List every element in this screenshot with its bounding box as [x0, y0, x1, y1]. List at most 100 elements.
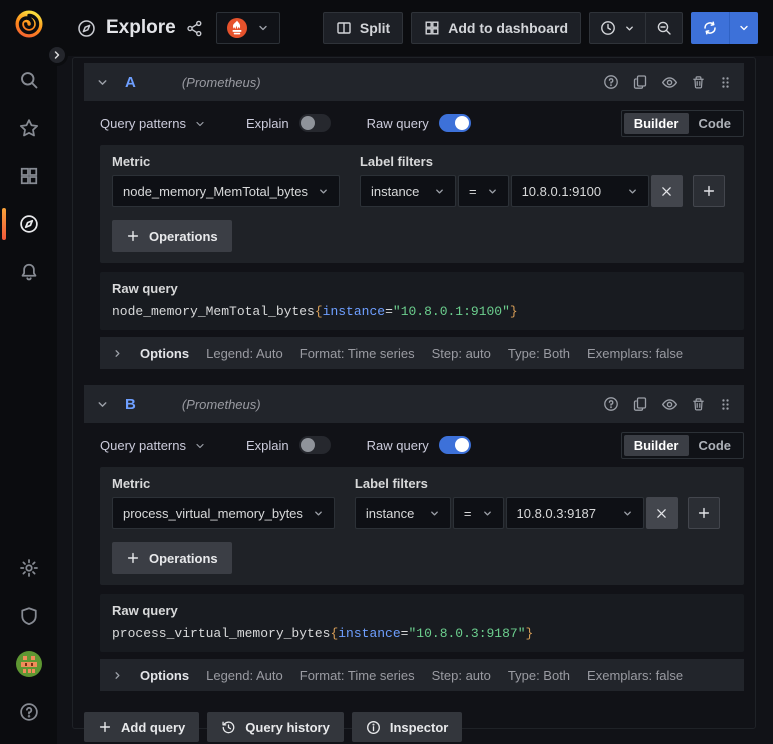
remove-query-icon[interactable] [691, 75, 706, 90]
remove-filter-button[interactable] [645, 497, 678, 529]
query-ref: B [125, 395, 136, 413]
add-operation-button[interactable]: Operations [112, 542, 232, 574]
raw-query-label: Raw query [366, 115, 429, 131]
duplicate-query-icon[interactable] [632, 396, 648, 412]
remove-filter-button[interactable] [650, 175, 683, 207]
grafana-logo[interactable] [13, 8, 45, 40]
query-header-actions [603, 396, 732, 413]
query-editor-row-b: B (Prometheus) Query patterns Explain Ra… [84, 385, 744, 697]
sidebar-item-search[interactable] [0, 56, 57, 104]
disable-query-icon[interactable] [661, 396, 678, 413]
plus-icon [126, 229, 140, 243]
sidebar-item-alerting[interactable] [0, 248, 57, 296]
sidebar-item-dashboards[interactable] [0, 152, 57, 200]
drag-handle-icon[interactable] [719, 397, 732, 412]
remove-query-icon[interactable] [691, 397, 706, 412]
raw-query-preview: Raw query node_memory_MemTotal_bytes{ins… [100, 272, 744, 330]
chevron-down-icon [622, 508, 633, 519]
expand-sidebar-button[interactable] [46, 44, 68, 66]
query-toolbar: Query patterns Explain Raw query Builder… [100, 108, 744, 138]
explain-toggle[interactable] [298, 436, 331, 454]
chevron-down-icon [429, 508, 440, 519]
sidebar [0, 0, 57, 744]
add-query-button[interactable]: Add query [84, 712, 200, 742]
help-icon [19, 702, 39, 722]
split-button[interactable]: Split [322, 12, 404, 44]
query-options-row[interactable]: Options Legend: Auto Format: Time series… [100, 659, 744, 691]
editor-mode-switch: Builder Code [620, 109, 744, 137]
chevron-right-icon [112, 348, 123, 359]
sidebar-item-server-admin[interactable] [0, 592, 57, 640]
chevron-down-icon [318, 186, 329, 197]
chevron-down-icon [194, 118, 206, 130]
raw-query-text: node_memory_MemTotal_bytes{instance="10.… [112, 304, 518, 319]
duplicate-query-icon[interactable] [632, 74, 648, 90]
plus-icon [126, 551, 140, 565]
filter-operator-select[interactable]: = [457, 175, 509, 207]
filter-label-select[interactable]: instance [354, 497, 451, 529]
refresh-button[interactable] [691, 12, 729, 44]
operations-label: Operations [149, 228, 218, 244]
builder-tab[interactable]: Builder [623, 434, 689, 456]
share-icon[interactable] [186, 20, 203, 37]
query-options-row[interactable]: Options Legend: Auto Format: Time series… [100, 337, 744, 369]
metric-select[interactable]: process_virtual_memory_bytes [112, 497, 335, 529]
query-patterns-dropdown[interactable]: Query patterns [100, 116, 186, 131]
sidebar-item-starred[interactable] [0, 104, 57, 152]
sidebar-item-explore[interactable] [0, 200, 57, 248]
inspector-button[interactable]: Inspector [351, 712, 463, 742]
builder-tab[interactable]: Builder [623, 112, 689, 134]
option-step: Step: auto [431, 667, 491, 683]
query-toolbar: Query patterns Explain Raw query Builder… [100, 430, 744, 460]
filter-value-value: 10.8.0.3:9187 [516, 505, 597, 521]
option-format: Format: Time series [299, 667, 415, 683]
zoom-out-time-button[interactable] [645, 13, 682, 43]
operations-label: Operations [149, 550, 218, 566]
search-icon [19, 70, 39, 90]
bell-icon [19, 262, 39, 282]
query-patterns-dropdown[interactable]: Query patterns [100, 438, 186, 453]
code-tab[interactable]: Code [689, 113, 742, 134]
chevron-down-icon [738, 22, 750, 34]
datasource-picker[interactable] [215, 12, 280, 44]
time-range-picker[interactable] [590, 13, 645, 43]
chevron-down-icon [434, 186, 445, 197]
collapse-icon[interactable] [96, 76, 109, 89]
sidebar-item-configuration[interactable] [0, 544, 57, 592]
query-a-body: Query patterns Explain Raw query Builder… [84, 101, 744, 375]
sidebar-item-help[interactable] [0, 688, 57, 736]
add-filter-button[interactable] [687, 497, 720, 529]
filter-operator-select[interactable]: = [452, 497, 504, 529]
refresh-interval-dropdown[interactable] [729, 12, 758, 44]
sidebar-item-profile[interactable] [0, 640, 57, 688]
metric-select[interactable]: node_memory_MemTotal_bytes [112, 175, 340, 207]
disable-query-icon[interactable] [661, 74, 678, 91]
code-tab[interactable]: Code [689, 435, 742, 456]
refresh-icon [702, 20, 718, 36]
query-history-button[interactable]: Query history [207, 712, 344, 742]
info-circle-icon [366, 720, 381, 735]
raw-query-toggle[interactable] [438, 114, 471, 132]
add-to-dashboard-button[interactable]: Add to dashboard [411, 12, 581, 44]
help-icon[interactable] [603, 396, 619, 412]
filter-label-select[interactable]: instance [359, 175, 456, 207]
add-filter-button[interactable] [692, 175, 725, 207]
help-icon[interactable] [603, 74, 619, 90]
drag-handle-icon[interactable] [719, 75, 732, 90]
shield-icon [19, 606, 39, 626]
option-format: Format: Time series [299, 345, 415, 361]
explain-toggle[interactable] [298, 114, 331, 132]
label-filters-label: Label filters [354, 476, 428, 491]
option-step: Step: auto [431, 345, 491, 361]
filter-value-select[interactable]: 10.8.0.3:9187 [505, 497, 644, 529]
chevron-right-icon [51, 49, 63, 61]
collapse-icon[interactable] [96, 398, 109, 411]
filter-value-select[interactable]: 10.8.0.1:9100 [510, 175, 649, 207]
raw-query-toggle[interactable] [438, 436, 471, 454]
chevron-down-icon [194, 440, 206, 452]
magnifier-minus-icon [656, 20, 672, 36]
metric-field: Metric node_memory_MemTotal_bytes [112, 154, 340, 207]
plus-icon [98, 720, 112, 734]
options-label: Options [140, 345, 190, 361]
add-operation-button[interactable]: Operations [112, 220, 232, 252]
